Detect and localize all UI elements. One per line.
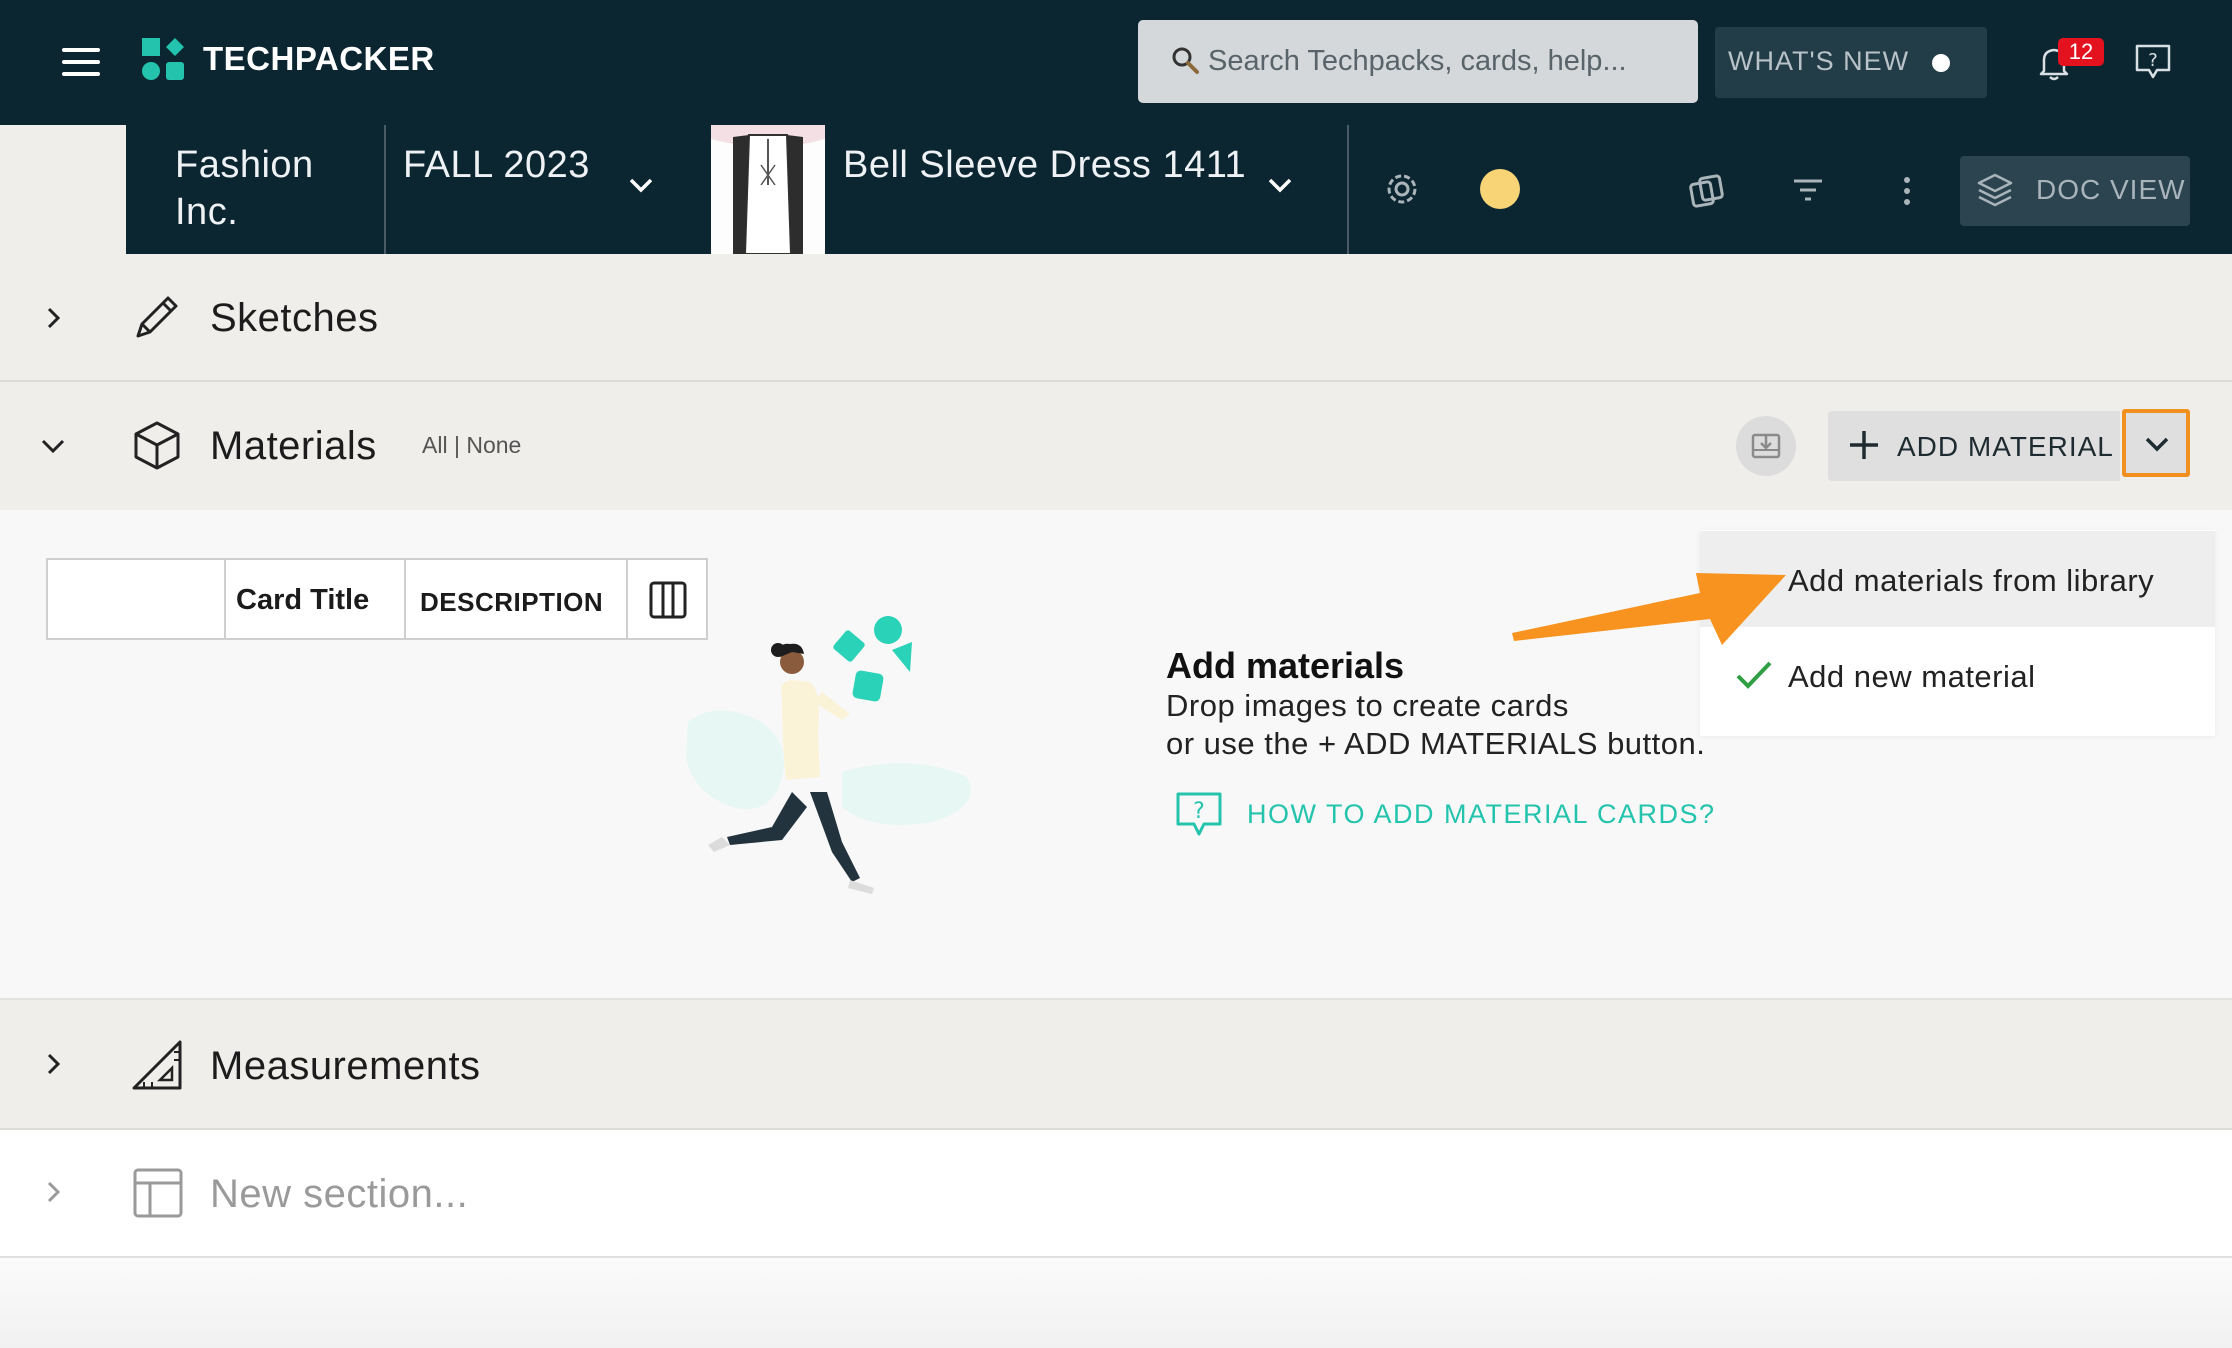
- cube-icon: [130, 418, 184, 472]
- feedback-icon[interactable]: ?: [2133, 42, 2173, 82]
- chevron-down-icon[interactable]: [40, 434, 65, 458]
- app-name: TECHPACKER: [203, 40, 435, 77]
- logo-icon: [140, 36, 186, 82]
- plus-icon: [1848, 429, 1880, 461]
- svg-text:?: ?: [2148, 50, 2158, 71]
- select-filter: All | None: [422, 432, 521, 459]
- empty-state-description: Drop images to create cards: [1166, 688, 1569, 723]
- select-all-link[interactable]: All: [422, 432, 448, 458]
- chevron-right-icon[interactable]: [42, 1180, 66, 1204]
- divider: [1347, 125, 1349, 254]
- empty-state-title: Add materials: [1166, 645, 1405, 686]
- subbar-spacer: [0, 125, 126, 254]
- whats-new-label: WHAT'S NEW: [1728, 46, 1910, 76]
- pencil-icon: [130, 290, 184, 344]
- svg-text:?: ?: [1193, 799, 1205, 824]
- add-material-label: ADD MATERIAL: [1897, 431, 2114, 462]
- whats-new-dot: [1932, 54, 1950, 72]
- copy-icon[interactable]: [1688, 172, 1726, 210]
- chevron-right-icon[interactable]: [42, 1052, 66, 1076]
- page-background: [0, 1258, 2232, 1348]
- help-link[interactable]: HOW TO ADD MATERIAL CARDS?: [1247, 799, 1716, 830]
- section-label-materials: Materials: [210, 424, 377, 468]
- menu-item-label: Add new material: [1788, 659, 2036, 694]
- product-thumbnail[interactable]: [711, 125, 825, 254]
- export-button[interactable]: [1736, 416, 1796, 476]
- new-section-input[interactable]: New section...: [210, 1172, 468, 1217]
- status-indicator[interactable]: [1480, 169, 1520, 209]
- filter-separator: |: [453, 432, 460, 458]
- menu-item-label: Add materials from library: [1788, 563, 2155, 598]
- section-label-sketches: Sketches: [210, 296, 379, 340]
- column-header-card-title[interactable]: Card Title: [236, 584, 369, 617]
- search-input[interactable]: [1208, 21, 1678, 101]
- company-selector[interactable]: Fashion Inc.: [175, 142, 375, 236]
- search-icon: [1170, 45, 1200, 75]
- chevron-down-icon[interactable]: [1265, 175, 1295, 195]
- help-icon[interactable]: ?: [1174, 790, 1224, 840]
- column-header-description[interactable]: DESCRIPTION: [420, 587, 603, 618]
- more-vertical-icon[interactable]: [1903, 176, 1911, 206]
- doc-view-label: DOC VIEW: [2036, 174, 2186, 205]
- gear-icon[interactable]: [1383, 170, 1421, 208]
- chevron-down-icon: [2145, 437, 2169, 452]
- select-none-link[interactable]: None: [466, 432, 521, 458]
- season-selector[interactable]: FALL 2023: [403, 142, 603, 189]
- check-icon: [1734, 658, 1774, 692]
- filter-icon[interactable]: [1792, 177, 1824, 203]
- hamburger-icon[interactable]: [62, 48, 100, 76]
- ruler-triangle-icon: [130, 1038, 184, 1092]
- chevron-down-icon[interactable]: [626, 175, 656, 195]
- empty-state-description: or use the + ADD MATERIALS button.: [1166, 726, 1706, 761]
- layers-icon: [1975, 171, 2015, 211]
- notification-badge: 12: [2058, 38, 2104, 66]
- product-selector[interactable]: Bell Sleeve Dress 1411: [843, 142, 1263, 189]
- annotation-arrow: [1500, 545, 1800, 655]
- empty-state-illustration: [682, 612, 982, 902]
- chevron-right-icon[interactable]: [42, 306, 66, 330]
- add-material-dropdown-toggle[interactable]: [2122, 409, 2190, 477]
- section-label-measurements: Measurements: [210, 1044, 481, 1088]
- layout-icon: [132, 1167, 186, 1221]
- divider: [384, 125, 386, 254]
- column-header-blank: [46, 558, 226, 640]
